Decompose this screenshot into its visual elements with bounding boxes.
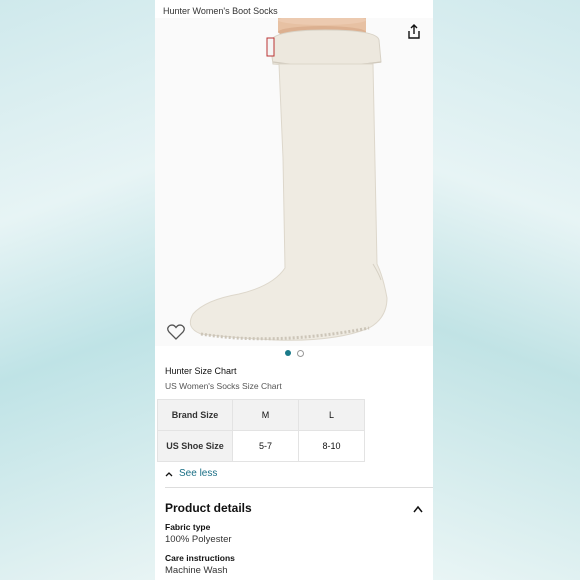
- carousel-indicator: [155, 350, 433, 357]
- size-chart-subtitle: US Women's Socks Size Chart: [165, 381, 282, 391]
- background-left: [0, 0, 155, 580]
- us-size-l: 8-10: [298, 430, 365, 462]
- product-page: Hunter Women's Boot Socks Hunter Size Ch…: [155, 0, 433, 580]
- care-instructions-value: Machine Wash: [165, 565, 228, 576]
- table-row: Brand Size M L: [157, 399, 365, 431]
- product-details-heading: Product details: [165, 501, 252, 515]
- heart-icon[interactable]: [167, 324, 185, 340]
- share-icon[interactable]: [407, 24, 421, 40]
- chevron-up-icon[interactable]: [413, 505, 423, 513]
- chevron-up-icon: [165, 471, 173, 476]
- background-right: [433, 0, 580, 580]
- carousel-dot[interactable]: [296, 350, 304, 357]
- carousel-dot-active[interactable]: [284, 350, 291, 356]
- us-size-m: 5-7: [232, 430, 299, 462]
- product-image[interactable]: [155, 15, 433, 346]
- care-instructions-label: Care instructions: [165, 553, 235, 563]
- fabric-type-label: Fabric type: [165, 522, 211, 532]
- brand-size-l: L: [298, 399, 365, 431]
- see-less-link[interactable]: See less: [165, 468, 217, 479]
- row-header-us-shoe-size: US Shoe Size: [157, 430, 233, 462]
- product-title: Hunter Women's Boot Socks: [163, 6, 278, 16]
- size-chart-table: Brand Size M L US Shoe Size 5-7 8-10: [157, 399, 365, 462]
- fabric-type-value: 100% Polyester: [165, 534, 232, 545]
- see-less-label: See less: [179, 468, 218, 479]
- table-row: US Shoe Size 5-7 8-10: [157, 430, 365, 462]
- size-chart-title: Hunter Size Chart: [165, 366, 237, 376]
- divider: [165, 487, 433, 488]
- row-header-brand-size: Brand Size: [157, 399, 233, 431]
- brand-size-m: M: [232, 399, 299, 431]
